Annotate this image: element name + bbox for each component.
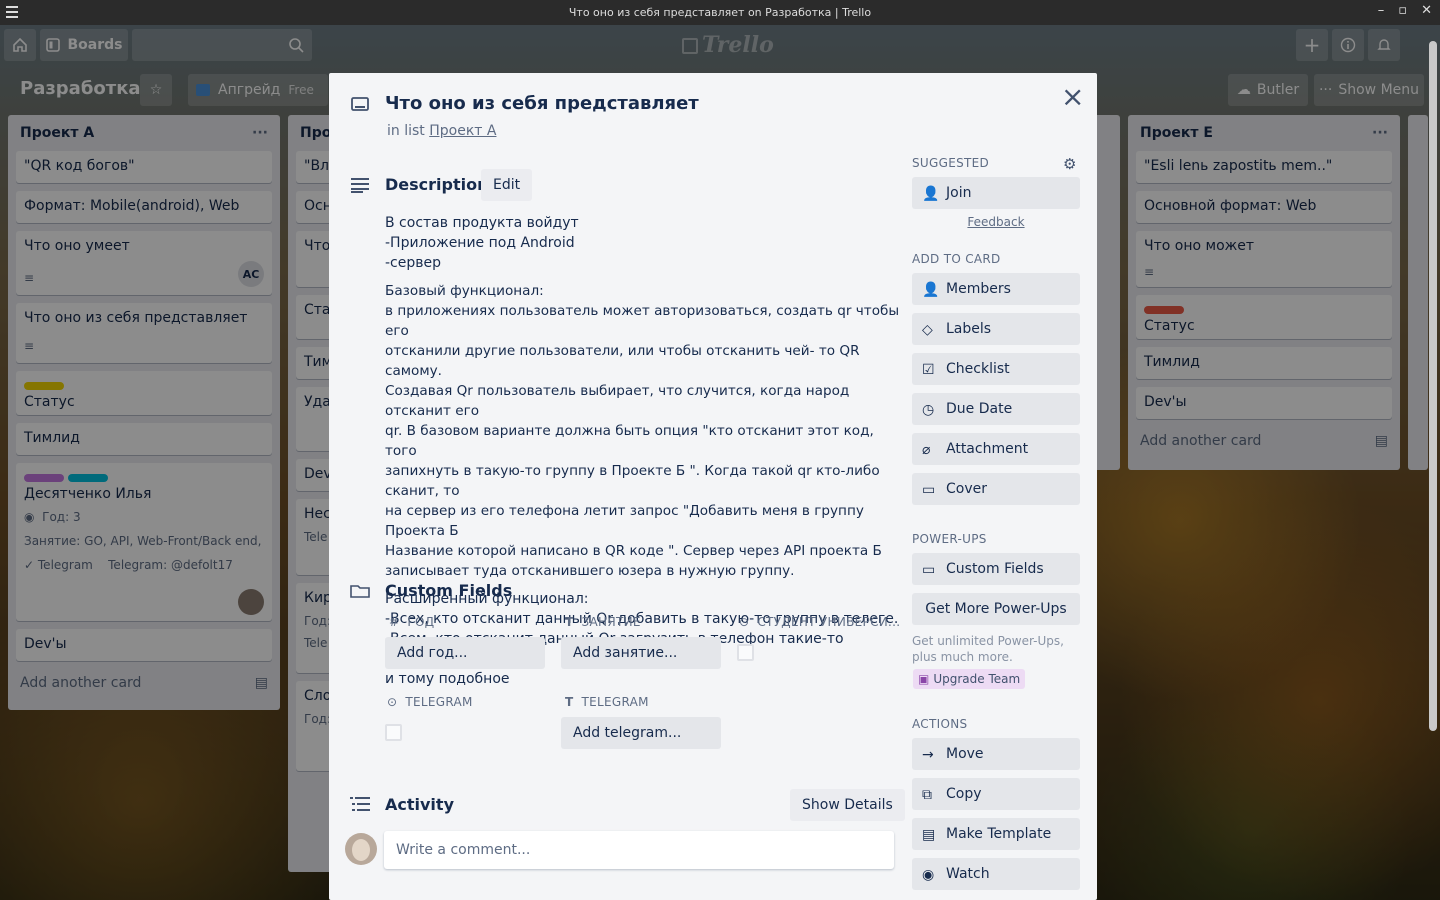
upsell-text: Get unlimited Power-Ups, plus much more.	[912, 634, 1064, 664]
clock-icon: ◷	[922, 402, 935, 418]
activity-icon	[350, 797, 370, 811]
join-label: Join	[946, 185, 972, 201]
text-field-icon: T	[565, 615, 574, 629]
user-icon: 👤	[922, 282, 940, 298]
user-icon: 👤	[922, 186, 940, 202]
cover-button[interactable]: ▭ Cover	[912, 473, 1080, 505]
cf-label-zanyatie: T ЗАНЯТИЕ	[565, 615, 641, 629]
due-date-label: Due Date	[946, 401, 1013, 417]
checkbox-field-icon: ⊙	[387, 695, 398, 709]
cf-label-text: СТУДЕНТ УНИВЕРСИ...	[757, 615, 901, 629]
cf-telegram-checkbox[interactable]	[385, 724, 402, 741]
join-button[interactable]: 👤 Join	[912, 177, 1080, 209]
show-details-button[interactable]: Show Details	[790, 789, 905, 821]
hash-icon: #	[389, 615, 400, 629]
checklist-button[interactable]: ☑ Checklist	[912, 353, 1080, 385]
window-titlebar: Что оно из себя представляет on Разработ…	[0, 0, 1440, 25]
cf-label-text: ГОД	[407, 615, 435, 629]
in-list-text: in list Проект А	[387, 123, 496, 139]
activity-heading: Activity	[385, 795, 454, 814]
cf-label-god: # ГОД	[389, 615, 434, 629]
custom-fields-icon: ▭	[922, 562, 936, 578]
scrollbar-thumb[interactable]	[1429, 41, 1437, 731]
make-template-label: Make Template	[946, 826, 1052, 842]
cf-label-telegram: T TELEGRAM	[565, 695, 649, 709]
labels-button[interactable]: ◇ Labels	[912, 313, 1080, 345]
card-detail-modal: Что оно из себя представляет in list Про…	[329, 73, 1097, 900]
copy-label: Copy	[946, 786, 982, 802]
attachment-button[interactable]: ⌀ Attachment	[912, 433, 1080, 465]
description-paragraph: Базовый функционал: в приложениях пользо…	[385, 283, 900, 579]
cf-label-student: ⊙ СТУДЕНТ УНИВЕРСИ...	[739, 615, 900, 629]
checklist-icon: ☑	[922, 362, 935, 378]
tag-icon: ◇	[922, 322, 933, 338]
minimize-button[interactable]: –	[1378, 3, 1385, 18]
copy-button[interactable]: ⧉ Copy	[912, 778, 1080, 810]
settings-gear-icon[interactable]: ⚙	[1063, 155, 1076, 173]
make-template-button[interactable]: ▤ Make Template	[912, 818, 1080, 850]
window-close-button[interactable]: ✕	[1421, 3, 1432, 18]
maximize-button[interactable]: ▫	[1398, 3, 1407, 18]
upgrade-team-label: Upgrade Team	[933, 672, 1021, 686]
close-modal-button[interactable]: ×	[1061, 83, 1084, 111]
card-icon	[351, 97, 369, 111]
actions-heading: ACTIONS	[912, 717, 968, 731]
suggested-heading: SUGGESTED	[912, 156, 990, 170]
cf-label-text: ЗАНЯТИЕ	[581, 615, 641, 629]
edit-description-button[interactable]: Edit	[481, 169, 533, 201]
cf-label-text: TELEGRAM	[581, 695, 649, 709]
comment-input[interactable]: Write a comment...	[384, 831, 894, 869]
move-label: Move	[946, 746, 984, 762]
members-button[interactable]: 👤 Members	[912, 273, 1080, 305]
cf-telegram-input[interactable]: Add telegram...	[561, 717, 721, 749]
cf-label-text: TELEGRAM	[405, 695, 473, 709]
user-avatar[interactable]	[345, 833, 377, 865]
add-to-card-heading: ADD TO CARD	[912, 252, 1001, 266]
cf-label-telegram-check: ⊙ TELEGRAM	[387, 695, 473, 709]
watch-label: Watch	[946, 866, 990, 882]
gift-icon: ▣	[918, 672, 930, 686]
description-icon	[351, 178, 369, 193]
cover-icon: ▭	[922, 482, 936, 498]
custom-fields-label: Custom Fields	[946, 561, 1044, 577]
members-label: Members	[946, 281, 1011, 297]
cf-student-checkbox[interactable]	[737, 644, 754, 661]
description-heading: Description	[385, 175, 489, 194]
eye-icon: ◉	[922, 867, 935, 883]
arrow-right-icon: →	[922, 747, 934, 763]
window-title: Что оно из себя представляет on Разработ…	[568, 6, 872, 19]
window-menu-icon[interactable]	[6, 6, 18, 18]
get-more-powerups-button[interactable]: Get More Power-Ups	[912, 593, 1080, 625]
checkbox-field-icon: ⊙	[739, 615, 750, 629]
labels-label: Labels	[946, 321, 992, 337]
feedback-link[interactable]: Feedback	[912, 215, 1080, 229]
card-title-heading[interactable]: Что оно из себя представляет	[385, 93, 699, 114]
due-date-button[interactable]: ◷ Due Date	[912, 393, 1080, 425]
upgrade-team-button[interactable]: ▣ Upgrade Team	[913, 669, 1026, 689]
paperclip-icon: ⌀	[922, 442, 931, 458]
description-paragraph: В состав продукта войдут -Приложение под…	[385, 215, 579, 271]
custom-fields-button[interactable]: ▭ Custom Fields	[912, 553, 1080, 585]
cf-zanyatie-input[interactable]: Add занятие...	[561, 637, 721, 669]
power-ups-heading: POWER-UPS	[912, 532, 987, 546]
cover-label: Cover	[946, 481, 987, 497]
custom-fields-icon	[350, 585, 370, 598]
checklist-label: Checklist	[946, 361, 1010, 377]
copy-icon: ⧉	[922, 787, 932, 803]
text-field-icon: T	[565, 695, 574, 709]
attachment-label: Attachment	[946, 441, 1029, 457]
watch-button[interactable]: ◉ Watch	[912, 858, 1080, 890]
cf-god-input[interactable]: Add год...	[385, 637, 545, 669]
move-button[interactable]: → Move	[912, 738, 1080, 770]
custom-fields-heading: Custom Fields	[385, 581, 513, 600]
in-list-prefix: in list	[387, 123, 425, 139]
list-link[interactable]: Проект А	[429, 123, 496, 139]
template-icon: ▤	[922, 827, 936, 843]
page-scrollbar[interactable]	[1426, 25, 1440, 900]
